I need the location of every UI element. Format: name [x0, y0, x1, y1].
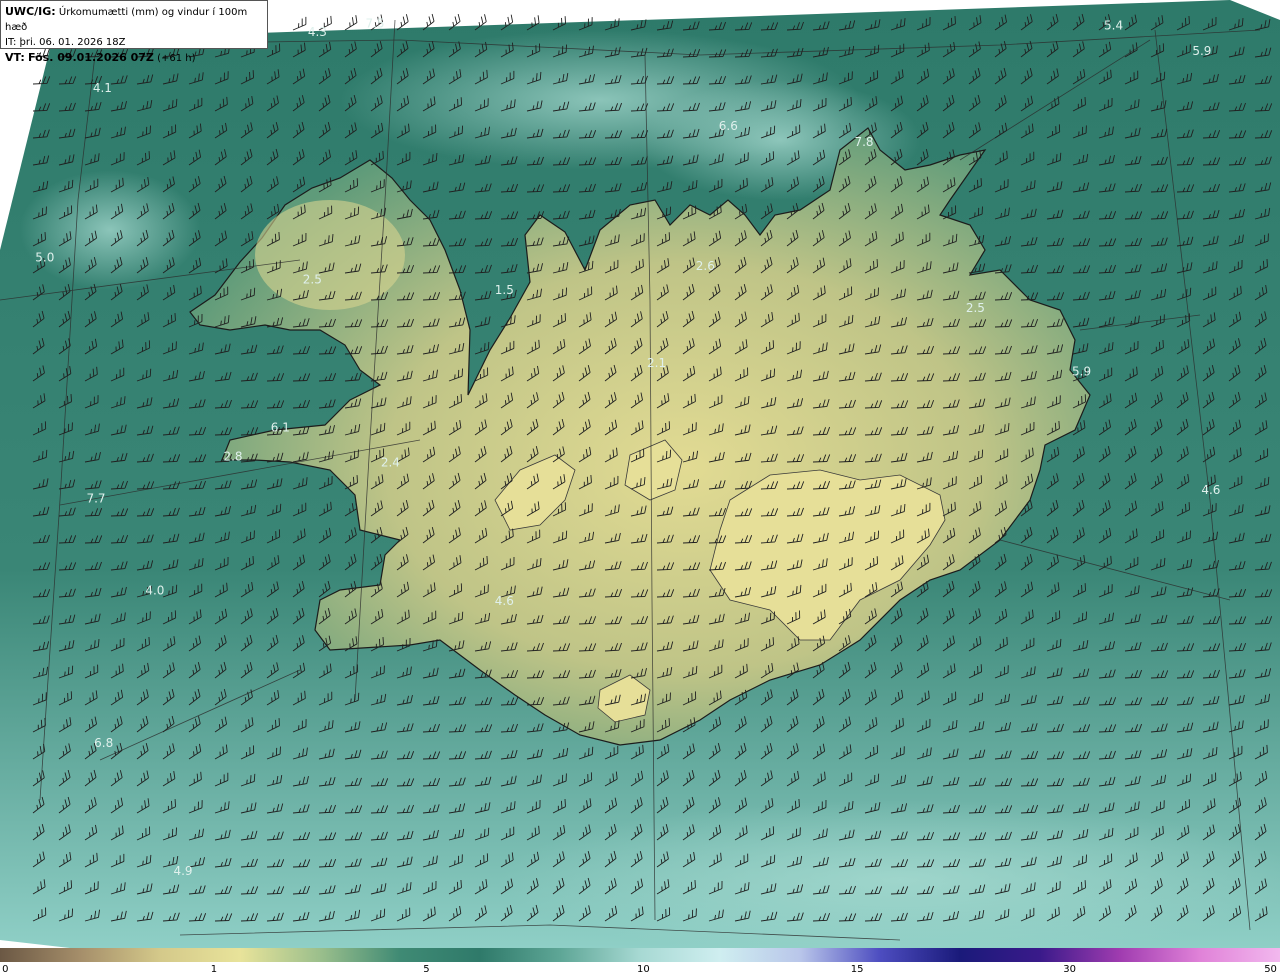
precip-value-label: 4.1: [93, 81, 112, 95]
model-label: UWC/IG:: [5, 5, 56, 18]
precipitation-wind-map: 4.3 7.5 5.4 5.9 4.1 6.6 7.8 5.0 2.5 2.6 1.5 2.5 2.1 5…: [0, 0, 1280, 948]
colorbar-tick: 30: [1063, 964, 1076, 975]
precip-value-label: 5.9: [1192, 44, 1211, 58]
colorbar: 0 1 5 10 15 30 50: [0, 948, 1280, 978]
precip-value-label: 5.4: [1104, 18, 1123, 32]
valid-time-line: VT: Fös. 09.01.2026 07Z (+61 h): [5, 50, 263, 66]
precip-value-label: 1.5: [495, 283, 514, 297]
precip-value-label: 2.5: [966, 301, 985, 315]
precip-value-label: 2.8: [223, 450, 242, 464]
colorbar-tick: 10: [637, 964, 650, 975]
colorbar-tick: 0: [2, 964, 9, 975]
precip-value-label: 6.6: [719, 119, 738, 133]
colorbar-tick: 1: [210, 964, 218, 975]
precip-value-label: 2.4: [381, 455, 400, 469]
init-time: IT: þri. 06. 01. 2026 18Z: [5, 37, 126, 48]
precip-value-label: 5.0: [35, 251, 54, 265]
colorbar-tick: 5: [423, 964, 430, 975]
colorbar-strip: [0, 948, 1280, 962]
precip-value-label: 4.3: [308, 25, 327, 39]
precip-value-label: 4.6: [1201, 483, 1220, 497]
precip-value-label: 7.8: [854, 135, 873, 149]
colorbar-tick: 50: [1264, 964, 1277, 975]
precip-value-label: 4.6: [495, 594, 514, 608]
precip-value-label: 7.7: [86, 491, 105, 505]
title-line: UWC/IG: Úrkomumætti (mm) og vindur í 100…: [5, 4, 263, 35]
precip-value-label: 2.1: [647, 356, 666, 370]
precip-value-label: 4.0: [145, 583, 164, 597]
valid-time: Fös. 09.01.2026 07Z: [28, 51, 154, 64]
precip-value-label: 7.5: [365, 17, 384, 31]
precip-value-label: 4.9: [173, 864, 192, 878]
precip-value-label: 2.5: [303, 273, 322, 287]
map-view: 4.3 7.5 5.4 5.9 4.1 6.6 7.8 5.0 2.5 2.6 1.5 2.5 2.1 5…: [0, 0, 1280, 978]
lead-time: (+61 h): [157, 53, 196, 64]
colorbar-tick: 15: [850, 964, 864, 975]
precip-value-label: 6.1: [271, 420, 290, 434]
valid-label: VT:: [5, 51, 25, 64]
precip-value-label: 2.6: [696, 259, 715, 273]
precip-value-label: 6.8: [94, 736, 113, 750]
precip-value-label: 5.9: [1072, 364, 1091, 378]
map-info-box: UWC/IG: Úrkomumætti (mm) og vindur í 100…: [0, 0, 268, 64]
